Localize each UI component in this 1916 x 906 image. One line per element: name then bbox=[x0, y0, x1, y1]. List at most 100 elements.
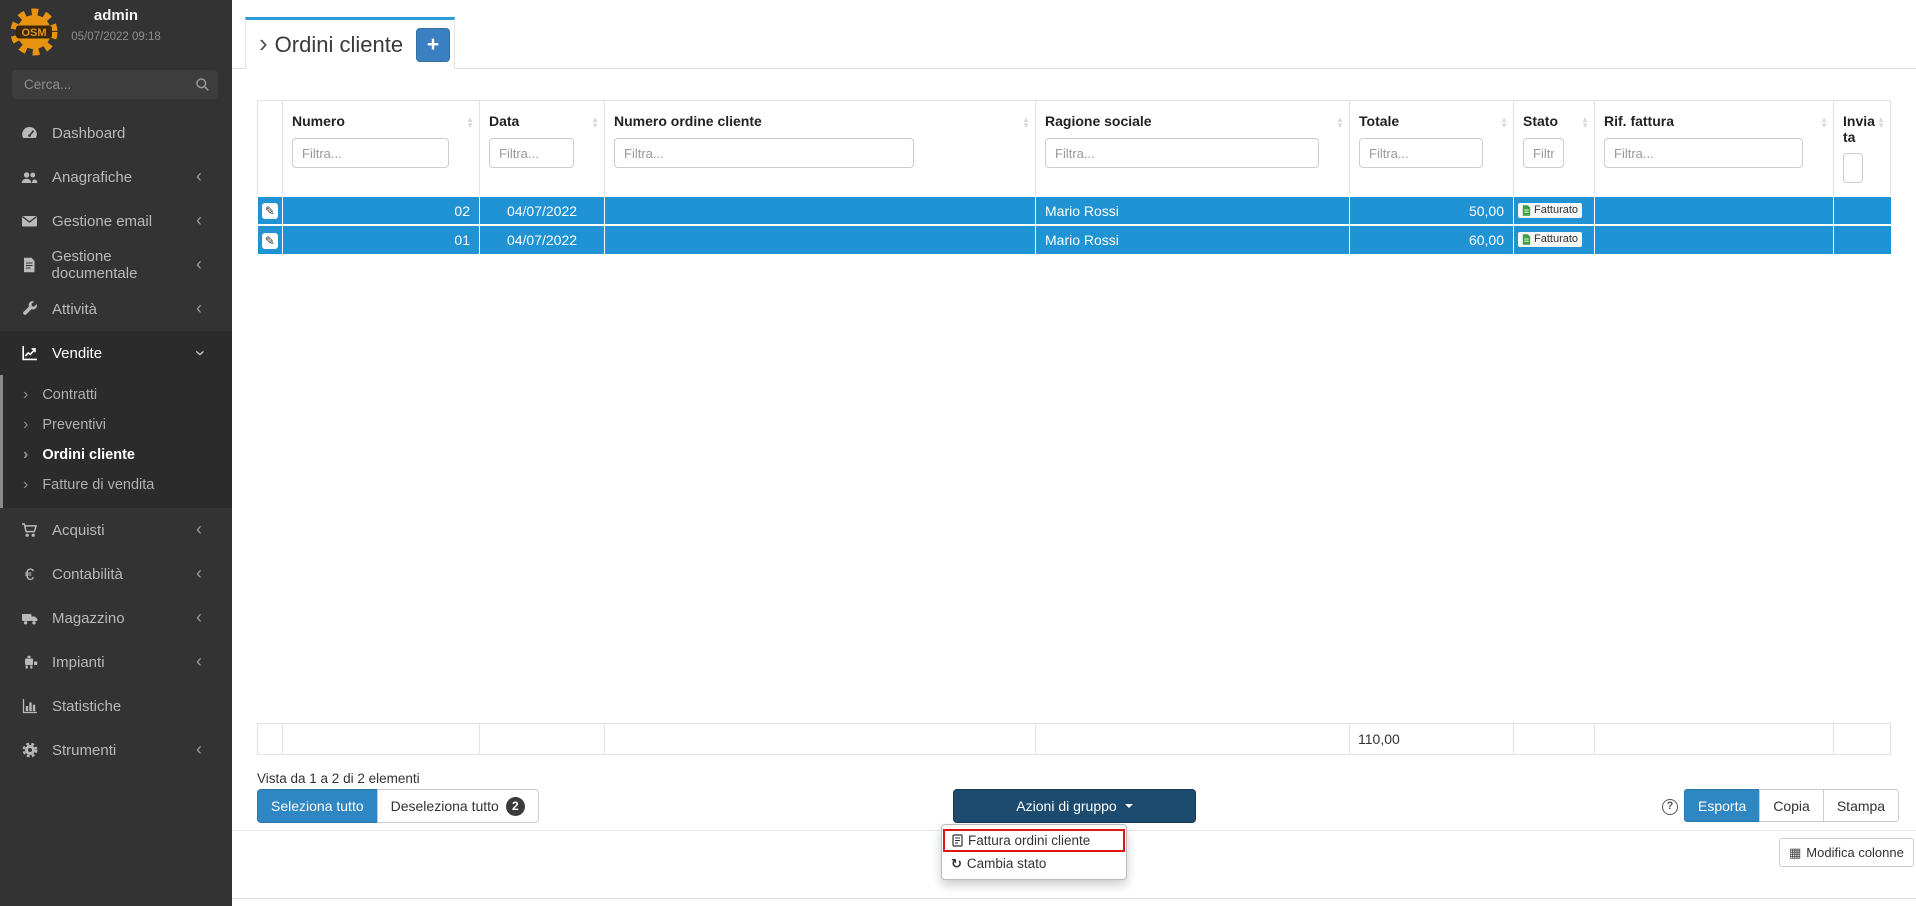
selected-count-badge: 2 bbox=[506, 797, 525, 816]
orders-table-body: ✎0204/07/2022Mario Rossi50,00Fatturato✎0… bbox=[258, 196, 1891, 254]
sort-caret-icon: ▲▼ bbox=[1581, 117, 1589, 129]
chart-line-icon bbox=[20, 345, 39, 362]
sidebar-item-gestione-email[interactable]: Gestione email‹ bbox=[0, 199, 232, 243]
footer-total: 110,00 bbox=[1350, 724, 1514, 755]
sort-caret-icon: ▲▼ bbox=[1500, 117, 1508, 129]
chevron-left-icon: ‹ bbox=[196, 608, 202, 626]
filter-input-numero[interactable] bbox=[292, 138, 449, 168]
filter-input-ragione_sociale[interactable] bbox=[1045, 138, 1319, 168]
orders-footer-body: 110,00 bbox=[258, 724, 1891, 755]
add-order-button[interactable]: + bbox=[416, 28, 450, 62]
menu-item-fattura-ordini-cliente[interactable]: Fattura ordini cliente bbox=[943, 829, 1125, 852]
deselect-all-button[interactable]: Deseleziona tutto 2 bbox=[377, 789, 539, 823]
status-badge: Fatturato bbox=[1518, 203, 1582, 218]
selected-edit-icon[interactable]: ✎ bbox=[262, 203, 278, 219]
table-row[interactable]: ✎0104/07/2022Mario Rossi60,00Fatturato bbox=[258, 225, 1891, 254]
bar-chart-icon bbox=[20, 698, 39, 715]
filter-input-inviata[interactable] bbox=[1843, 153, 1863, 183]
chevron-left-icon: ‹ bbox=[196, 564, 202, 582]
filter-input-totale[interactable] bbox=[1359, 138, 1483, 168]
chevron-down-icon: ‹ bbox=[190, 350, 208, 356]
chevron-left-icon: ‹ bbox=[196, 211, 202, 229]
machine-icon bbox=[20, 654, 39, 671]
sort-caret-icon: ▲▼ bbox=[1022, 117, 1030, 129]
search-input[interactable] bbox=[12, 70, 218, 99]
sidebar-item-dashboard[interactable]: Dashboard bbox=[0, 111, 232, 155]
orders-footer-table: 110,00 bbox=[257, 723, 1891, 755]
invoice-icon bbox=[952, 834, 963, 847]
help-icon[interactable]: ? bbox=[1662, 799, 1678, 815]
chevron-left-icon: ‹ bbox=[196, 299, 202, 317]
page-title: Ordini cliente bbox=[275, 32, 403, 58]
chevron-right-icon: › bbox=[23, 477, 28, 493]
status-badge: Fatturato bbox=[1518, 232, 1582, 247]
print-button[interactable]: Stampa bbox=[1823, 789, 1899, 822]
username: admin bbox=[0, 7, 232, 24]
pagination-info: Vista da 1 a 2 di 2 elementi bbox=[257, 771, 420, 786]
sidebar-item-acquisti[interactable]: Acquisti‹ bbox=[0, 508, 232, 552]
column-header-stato[interactable]: Stato▲▼ bbox=[1514, 101, 1595, 197]
sort-caret-icon: ▲▼ bbox=[1877, 117, 1885, 129]
sidebar-item-magazzino[interactable]: Magazzino‹ bbox=[0, 596, 232, 640]
column-header-totale[interactable]: Totale▲▼ bbox=[1350, 101, 1514, 197]
chevron-right-icon: › bbox=[259, 30, 268, 56]
search-icon bbox=[195, 77, 210, 92]
sidebar-item-statistiche[interactable]: Statistiche bbox=[0, 684, 232, 728]
filter-input-numero_ordine_cliente[interactable] bbox=[614, 138, 914, 168]
sidebar-item-strumenti[interactable]: Strumenti‹ bbox=[0, 728, 232, 772]
copy-button[interactable]: Copia bbox=[1759, 789, 1824, 822]
column-header-data[interactable]: Data▲▼ bbox=[480, 101, 605, 197]
filter-input-data[interactable] bbox=[489, 138, 574, 168]
sidebar-item-gestione-documentale[interactable]: Gestione documentale‹ bbox=[0, 243, 232, 287]
sidebar-item-impianti[interactable]: Impianti‹ bbox=[0, 640, 232, 684]
sidebar-item-anagrafiche[interactable]: Anagrafiche‹ bbox=[0, 155, 232, 199]
wrench-icon bbox=[20, 301, 39, 318]
modify-columns-button[interactable]: ▦ Modifica colonne bbox=[1779, 838, 1914, 867]
sidebar-open-section: Vendite‹ ›Contratti›Preventivi›Ordini cli… bbox=[0, 331, 232, 508]
sort-caret-icon: ▲▼ bbox=[591, 117, 599, 129]
cart-icon bbox=[20, 522, 39, 539]
select-all-button[interactable]: Seleziona tutto bbox=[257, 789, 378, 823]
chevron-left-icon: ‹ bbox=[196, 740, 202, 758]
tabbar-divider bbox=[232, 68, 1916, 69]
chevron-left-icon: ‹ bbox=[196, 520, 202, 538]
group-actions-menu: Fattura ordini cliente ↻ Cambia stato bbox=[941, 824, 1127, 880]
sort-caret-icon: ▲▼ bbox=[1820, 117, 1828, 129]
sidebar-item-attivita[interactable]: Attività‹ bbox=[0, 287, 232, 331]
sidebar-menu: DashboardAnagrafiche‹Gestione email‹Gest… bbox=[0, 111, 232, 772]
sidebar-item-vendite[interactable]: Vendite‹ bbox=[0, 331, 232, 375]
sort-caret-icon: ▲▼ bbox=[466, 117, 474, 129]
column-header-sel bbox=[258, 101, 283, 197]
selected-edit-icon[interactable]: ✎ bbox=[262, 233, 278, 249]
export-button[interactable]: Esporta bbox=[1684, 789, 1760, 822]
table-row[interactable]: ✎0204/07/2022Mario Rossi50,00Fatturato bbox=[258, 196, 1891, 225]
users-icon bbox=[20, 169, 39, 186]
sidebar-subitem-preventivi[interactable]: ›Preventivi bbox=[3, 410, 232, 440]
chevron-left-icon: ‹ bbox=[196, 255, 202, 273]
chevron-left-icon: ‹ bbox=[196, 167, 202, 185]
orders-table-head: Numero▲▼Data▲▼Numero ordine cliente▲▼Rag… bbox=[258, 101, 1891, 197]
column-header-numero_ordine_cliente[interactable]: Numero ordine cliente▲▼ bbox=[605, 101, 1036, 197]
chevron-right-icon: › bbox=[23, 447, 28, 463]
column-header-rif_fattura[interactable]: Rif. fattura▲▼ bbox=[1595, 101, 1834, 197]
group-actions-button[interactable]: Azioni di gruppo bbox=[953, 789, 1196, 823]
gear-icon bbox=[20, 742, 39, 759]
app-window: OSM admin 05/07/2022 09:18 DashboardAnag… bbox=[0, 0, 1916, 906]
document-icon bbox=[20, 257, 39, 274]
invoice-file-icon bbox=[1522, 234, 1531, 245]
tab-ordini-cliente[interactable]: › Ordini cliente + bbox=[245, 17, 455, 69]
column-header-numero[interactable]: Numero▲▼ bbox=[283, 101, 480, 197]
sidebar-item-contabilita[interactable]: €Contabilità‹ bbox=[0, 552, 232, 596]
sidebar-subitem-fatture-di-vendita[interactable]: ›Fatture di vendita bbox=[3, 470, 232, 500]
main-content: › Ordini cliente + Numero▲▼Data▲▼Numero … bbox=[232, 0, 1916, 906]
columns-icon: ▦ bbox=[1789, 845, 1801, 861]
filter-input-stato[interactable] bbox=[1523, 138, 1564, 168]
filter-input-rif_fattura[interactable] bbox=[1604, 138, 1803, 168]
chevron-left-icon: ‹ bbox=[196, 652, 202, 670]
column-header-ragione_sociale[interactable]: Ragione sociale▲▼ bbox=[1036, 101, 1350, 197]
sidebar-subitem-contratti[interactable]: ›Contratti bbox=[3, 380, 232, 410]
sidebar-subitem-ordini-cliente[interactable]: ›Ordini cliente bbox=[3, 440, 232, 470]
sidebar: OSM admin 05/07/2022 09:18 DashboardAnag… bbox=[0, 0, 232, 906]
column-header-inviata[interactable]: Inviata▲▼ bbox=[1834, 101, 1891, 197]
menu-item-cambia-stato[interactable]: ↻ Cambia stato bbox=[942, 852, 1126, 875]
